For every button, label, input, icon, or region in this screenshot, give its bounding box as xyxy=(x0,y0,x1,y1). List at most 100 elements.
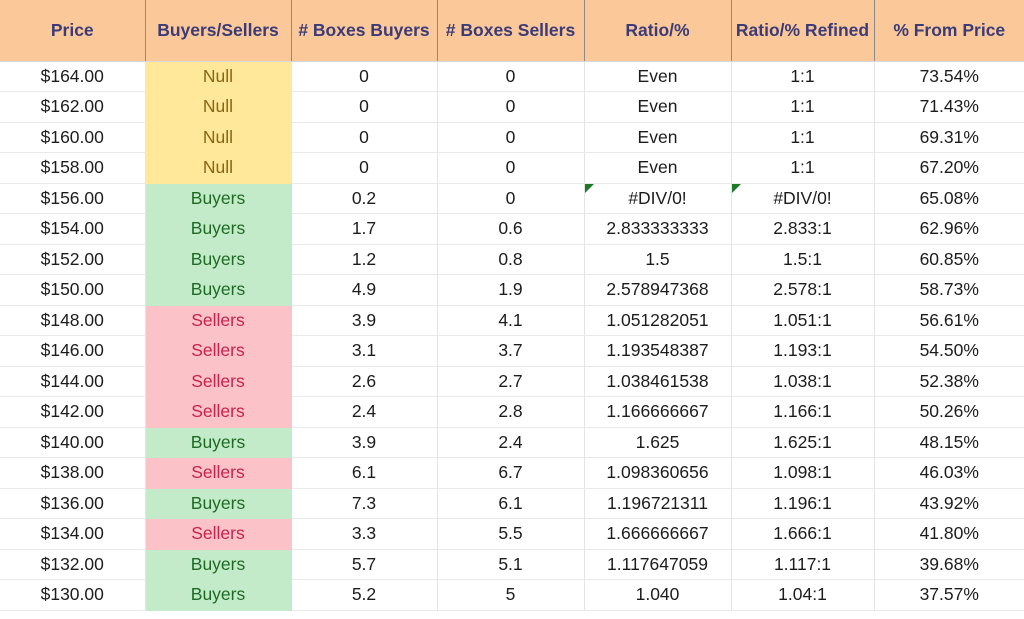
cell-buyers_sellers[interactable]: Buyers xyxy=(145,427,292,458)
cell-ratio_refined[interactable]: 1.098:1 xyxy=(731,457,875,489)
cell-buyers_sellers[interactable]: Sellers xyxy=(145,305,292,336)
cell-ratio_pct[interactable]: 1.193548387 xyxy=(584,335,732,367)
cell-boxes_buyers[interactable]: 0 xyxy=(291,61,438,92)
column-header-boxes_sellers[interactable]: # Boxes Sellers xyxy=(437,0,585,62)
cell-price[interactable]: $134.00 xyxy=(0,518,146,550)
cell-boxes_buyers[interactable]: 0 xyxy=(291,122,438,153)
cell-boxes_sellers[interactable]: 0 xyxy=(437,183,585,214)
cell-price[interactable]: $150.00 xyxy=(0,274,146,306)
cell-ratio_pct[interactable]: 2.578947368 xyxy=(584,274,732,306)
cell-buyers_sellers[interactable]: Sellers xyxy=(145,457,292,489)
cell-boxes_buyers[interactable]: 3.1 xyxy=(291,335,438,367)
cell-boxes_sellers[interactable]: 2.8 xyxy=(437,396,585,428)
cell-pct_from_price[interactable]: 54.50% xyxy=(874,335,1024,367)
cell-boxes_sellers[interactable]: 2.7 xyxy=(437,366,585,397)
cell-ratio_refined[interactable]: 1.117:1 xyxy=(731,549,875,580)
cell-price[interactable]: $148.00 xyxy=(0,305,146,336)
cell-boxes_sellers[interactable]: 0 xyxy=(437,152,585,184)
cell-ratio_refined[interactable]: 1:1 xyxy=(731,91,875,123)
cell-ratio_pct[interactable]: Even xyxy=(584,122,732,153)
cell-boxes_sellers[interactable]: 1.9 xyxy=(437,274,585,306)
cell-boxes_sellers[interactable]: 5.5 xyxy=(437,518,585,550)
cell-pct_from_price[interactable]: 52.38% xyxy=(874,366,1024,397)
cell-price[interactable]: $160.00 xyxy=(0,122,146,153)
cell-buyers_sellers[interactable]: Null xyxy=(145,91,292,123)
cell-boxes_buyers[interactable]: 3.9 xyxy=(291,427,438,458)
cell-boxes_buyers[interactable]: 6.1 xyxy=(291,457,438,489)
cell-buyers_sellers[interactable]: Buyers xyxy=(145,183,292,214)
cell-ratio_pct[interactable]: 1.166666667 xyxy=(584,396,732,428)
cell-ratio_refined[interactable]: 1.051:1 xyxy=(731,305,875,336)
column-header-buyers_sellers[interactable]: Buyers/Sellers xyxy=(145,0,292,62)
cell-boxes_sellers[interactable]: 2.4 xyxy=(437,427,585,458)
cell-ratio_refined[interactable]: 2.578:1 xyxy=(731,274,875,306)
cell-price[interactable]: $152.00 xyxy=(0,244,146,275)
cell-boxes_buyers[interactable]: 7.3 xyxy=(291,488,438,519)
column-header-pct_from_price[interactable]: % From Price xyxy=(874,0,1024,62)
cell-boxes_buyers[interactable]: 5.7 xyxy=(291,549,438,580)
cell-pct_from_price[interactable]: 65.08% xyxy=(874,183,1024,214)
cell-pct_from_price[interactable]: 73.54% xyxy=(874,61,1024,92)
cell-ratio_refined[interactable]: 1.196:1 xyxy=(731,488,875,519)
cell-buyers_sellers[interactable]: Buyers xyxy=(145,213,292,245)
cell-ratio_refined[interactable]: 1.04:1 xyxy=(731,579,875,611)
cell-buyers_sellers[interactable]: Buyers xyxy=(145,244,292,275)
cell-boxes_sellers[interactable]: 4.1 xyxy=(437,305,585,336)
cell-pct_from_price[interactable]: 37.57% xyxy=(874,579,1024,611)
cell-buyers_sellers[interactable]: Sellers xyxy=(145,335,292,367)
cell-pct_from_price[interactable]: 39.68% xyxy=(874,549,1024,580)
cell-price[interactable]: $162.00 xyxy=(0,91,146,123)
cell-ratio_refined[interactable]: 1:1 xyxy=(731,122,875,153)
cell-pct_from_price[interactable]: 43.92% xyxy=(874,488,1024,519)
cell-price[interactable]: $140.00 xyxy=(0,427,146,458)
cell-ratio_refined[interactable]: 1.666:1 xyxy=(731,518,875,550)
cell-ratio_pct[interactable]: 1.625 xyxy=(584,427,732,458)
cell-price[interactable]: $144.00 xyxy=(0,366,146,397)
cell-ratio_pct[interactable]: 1.038461538 xyxy=(584,366,732,397)
cell-ratio_pct[interactable]: 1.040 xyxy=(584,579,732,611)
cell-pct_from_price[interactable]: 50.26% xyxy=(874,396,1024,428)
cell-ratio_pct[interactable]: 1.5 xyxy=(584,244,732,275)
cell-pct_from_price[interactable]: 69.31% xyxy=(874,122,1024,153)
cell-boxes_buyers[interactable]: 0 xyxy=(291,91,438,123)
cell-boxes_buyers[interactable]: 0.2 xyxy=(291,183,438,214)
cell-buyers_sellers[interactable]: Buyers xyxy=(145,488,292,519)
cell-buyers_sellers[interactable]: Null xyxy=(145,61,292,92)
cell-buyers_sellers[interactable]: Null xyxy=(145,152,292,184)
cell-ratio_refined[interactable]: 1.166:1 xyxy=(731,396,875,428)
cell-price[interactable]: $164.00 xyxy=(0,61,146,92)
cell-ratio_pct[interactable]: 1.051282051 xyxy=(584,305,732,336)
cell-ratio_pct[interactable]: 2.833333333 xyxy=(584,213,732,245)
cell-boxes_buyers[interactable]: 5.2 xyxy=(291,579,438,611)
cell-boxes_sellers[interactable]: 0.8 xyxy=(437,244,585,275)
cell-ratio_refined[interactable]: 1.5:1 xyxy=(731,244,875,275)
cell-buyers_sellers[interactable]: Buyers xyxy=(145,274,292,306)
cell-price[interactable]: $146.00 xyxy=(0,335,146,367)
cell-ratio_pct[interactable]: 1.117647059 xyxy=(584,549,732,580)
cell-ratio_refined[interactable]: 1.038:1 xyxy=(731,366,875,397)
cell-price[interactable]: $138.00 xyxy=(0,457,146,489)
cell-pct_from_price[interactable]: 48.15% xyxy=(874,427,1024,458)
cell-ratio_pct[interactable]: 1.196721311 xyxy=(584,488,732,519)
column-header-ratio_pct[interactable]: Ratio/% xyxy=(584,0,732,62)
cell-boxes_sellers[interactable]: 6.1 xyxy=(437,488,585,519)
cell-price[interactable]: $130.00 xyxy=(0,579,146,611)
cell-boxes_buyers[interactable]: 2.4 xyxy=(291,396,438,428)
column-header-boxes_buyers[interactable]: # Boxes Buyers xyxy=(291,0,438,62)
cell-boxes_sellers[interactable]: 6.7 xyxy=(437,457,585,489)
cell-buyers_sellers[interactable]: Sellers xyxy=(145,396,292,428)
cell-pct_from_price[interactable]: 67.20% xyxy=(874,152,1024,184)
cell-boxes_buyers[interactable]: 0 xyxy=(291,152,438,184)
cell-pct_from_price[interactable]: 58.73% xyxy=(874,274,1024,306)
cell-boxes_buyers[interactable]: 1.7 xyxy=(291,213,438,245)
cell-ratio_pct[interactable]: 1.666666667 xyxy=(584,518,732,550)
cell-ratio_pct[interactable]: #DIV/0! xyxy=(584,183,732,214)
cell-price[interactable]: $132.00 xyxy=(0,549,146,580)
cell-ratio_refined[interactable]: #DIV/0! xyxy=(731,183,875,214)
cell-boxes_sellers[interactable]: 0 xyxy=(437,122,585,153)
cell-price[interactable]: $142.00 xyxy=(0,396,146,428)
cell-boxes_buyers[interactable]: 3.9 xyxy=(291,305,438,336)
cell-pct_from_price[interactable]: 56.61% xyxy=(874,305,1024,336)
cell-boxes_sellers[interactable]: 0.6 xyxy=(437,213,585,245)
cell-boxes_sellers[interactable]: 5 xyxy=(437,579,585,611)
